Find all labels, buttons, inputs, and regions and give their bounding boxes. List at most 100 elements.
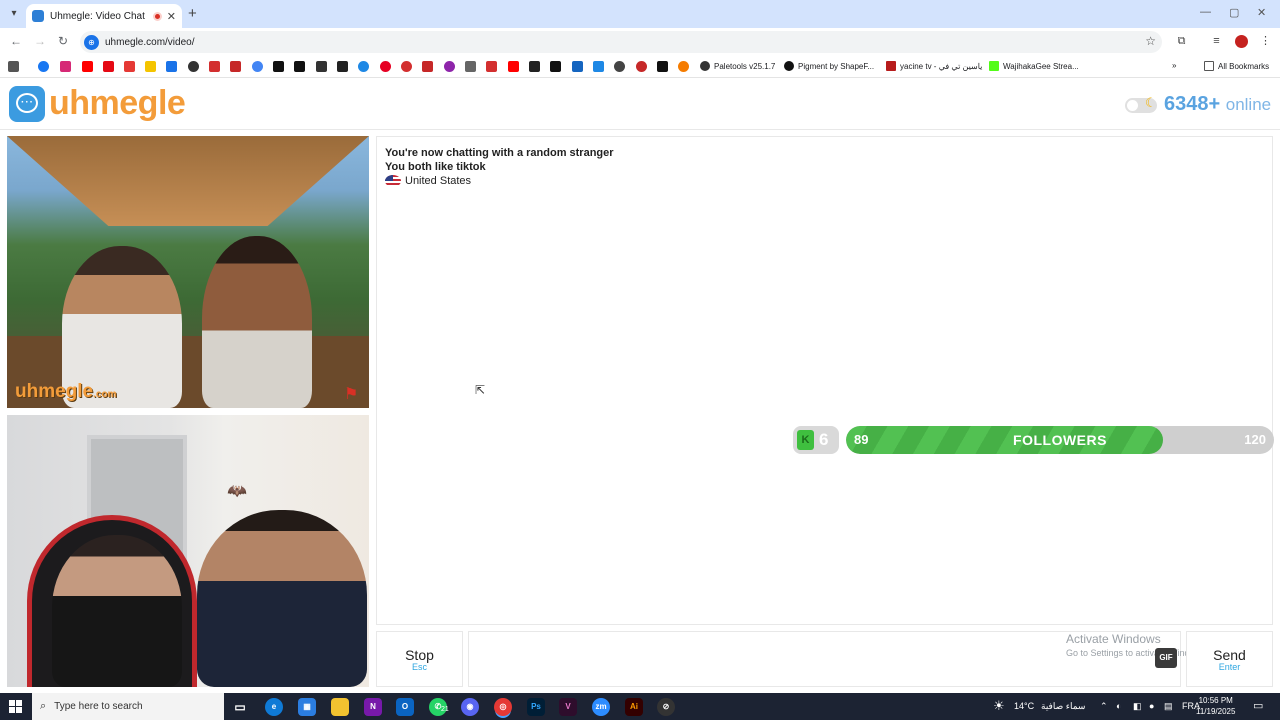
outlook-icon[interactable]: O (396, 698, 414, 716)
tiktok-bookmark-icon[interactable] (273, 61, 284, 72)
minimize-window-icon[interactable]: — (1200, 6, 1211, 18)
bookmark-icon[interactable] (294, 61, 305, 72)
bookmark-icon[interactable] (593, 61, 604, 72)
us-flag-icon (385, 175, 401, 187)
back-icon[interactable]: ← (10, 34, 22, 48)
bookmark-icon[interactable] (145, 61, 156, 72)
reload-icon[interactable]: ↻ (58, 34, 68, 48)
taskbar-search[interactable]: ⌕ Type here to search (32, 693, 224, 720)
close-window-icon[interactable]: ✕ (1257, 6, 1266, 19)
bookmark-icon[interactable] (358, 61, 369, 72)
extensions-icon[interactable]: ⧉ (1175, 35, 1188, 48)
gif-button[interactable]: GIF (1155, 648, 1177, 668)
recording-indicator-icon (152, 11, 162, 21)
site-logo[interactable]: uhmegle (49, 84, 186, 123)
illustrator-icon[interactable]: Ai (625, 698, 643, 716)
bookmark-icon[interactable] (657, 61, 668, 72)
bookmark-paletools[interactable]: Paletools v25.1.7 (700, 61, 775, 71)
send-button[interactable]: Send Enter (1186, 631, 1273, 687)
stop-button[interactable]: Stop Esc (376, 631, 463, 687)
bookmark-icon[interactable] (230, 61, 241, 72)
online-label: online (1225, 95, 1272, 114)
stop-shortcut-hint: Esc (411, 662, 427, 672)
bookmarks-bar: Paletools v25.1.7 Pigment by ShapeF... y… (0, 56, 1280, 78)
address-bar[interactable]: ⊕ uhmegle.com/video/ ☆ (80, 31, 1162, 53)
active-tab[interactable]: Uhmegle: Video Chat | Ran ✕ (26, 4, 182, 28)
forward-icon[interactable]: → (34, 34, 46, 48)
bookmark-icon[interactable] (550, 61, 561, 72)
bookmark-icon[interactable] (529, 61, 540, 72)
media-controls-icon[interactable]: ≡ (1210, 35, 1223, 48)
browser-toolbar: ← → ↻ ⊕ uhmegle.com/video/ ☆ ⧉ ≡ ⋮ (0, 28, 1280, 56)
bookmarks-overflow-icon[interactable]: » (1172, 61, 1176, 70)
mouse-cursor-icon: ⇱ (475, 383, 486, 397)
file-explorer-icon[interactable] (331, 698, 349, 716)
behance-bookmark-icon[interactable] (572, 61, 583, 72)
new-tab-button[interactable]: + (188, 5, 197, 22)
browser-menu-icon[interactable]: ⋮ (1259, 35, 1272, 48)
maximize-window-icon[interactable]: ▢ (1229, 6, 1239, 19)
facebook-bookmark-icon[interactable] (38, 61, 49, 72)
bookmark-icon[interactable] (422, 61, 433, 72)
bookmark-icon[interactable] (636, 61, 647, 72)
onenote-icon[interactable]: N (364, 698, 382, 716)
edge-icon[interactable]: e (265, 698, 283, 716)
tray-chevron-icon[interactable]: ⌃ (1100, 701, 1108, 712)
online-counter: 6348+ online (1164, 93, 1271, 116)
discord-icon[interactable]: ◉ (461, 698, 479, 716)
profile-avatar-icon[interactable] (1235, 35, 1248, 48)
chat-log: You're now chatting with a random strang… (376, 136, 1274, 625)
bookmark-icon[interactable] (486, 61, 497, 72)
all-bookmarks[interactable]: All Bookmarks (1204, 61, 1269, 71)
follower-goal-bar: 89 FOLLOWERS 120 (846, 426, 1274, 454)
notifications-icon[interactable]: ▭ (1253, 699, 1263, 712)
tray-icon[interactable]: ◐ (1116, 701, 1121, 711)
bookmark-star-icon[interactable]: ☆ (1145, 34, 1156, 48)
youtube-bookmark-icon[interactable] (82, 61, 93, 72)
netflix-bookmark-icon[interactable] (103, 61, 114, 72)
chat-bubble-logo-icon[interactable]: ··· (9, 86, 45, 122)
instagram-bookmark-icon[interactable] (60, 61, 71, 72)
bat-logo-icon: 🦇 (227, 483, 247, 500)
bookmark-wajihakagee[interactable]: WajihakaGee Strea... (989, 61, 1079, 71)
bookmark-icon[interactable] (465, 61, 476, 72)
close-tab-icon[interactable]: ✕ (167, 10, 176, 23)
apps-grid-icon[interactable] (8, 61, 19, 72)
bookmark-pigment[interactable]: Pigment by ShapeF... (784, 61, 874, 71)
taskbar-clock[interactable]: 10:56 PM 11/19/2025 (1196, 695, 1235, 717)
bookmark-icon[interactable] (316, 61, 327, 72)
bookmark-icon[interactable] (614, 61, 625, 72)
follower-level-badge: K 6 (793, 426, 839, 454)
site-info-icon[interactable]: ⊕ (84, 34, 99, 50)
photoshop-icon[interactable]: Ps (527, 698, 545, 716)
chat-status-message: You're now chatting with a random strang… (385, 147, 614, 159)
bookmark-icon[interactable] (401, 61, 412, 72)
report-flag-icon[interactable]: ⚑ (344, 384, 358, 404)
bookmark-icon[interactable] (444, 61, 455, 72)
zoom-icon[interactable]: zm (592, 698, 610, 716)
network-icon[interactable]: ▤ (1164, 701, 1173, 712)
tab-search-chevron-icon[interactable]: ▾ (6, 6, 22, 22)
store-icon[interactable]: ▦ (298, 698, 316, 716)
vegas-icon[interactable]: V (559, 698, 577, 716)
bookmark-icon[interactable] (166, 61, 177, 72)
follower-level: 6 (819, 430, 829, 449)
bookmark-icon[interactable] (188, 61, 199, 72)
google-bookmark-icon[interactable] (252, 61, 263, 72)
chrome-icon[interactable]: ◎ (494, 698, 512, 716)
microphone-icon[interactable]: ● (1149, 701, 1154, 711)
tray-icon[interactable]: ◧ (1133, 701, 1142, 712)
browser-tab-strip: ▾ Uhmegle: Video Chat | Ran ✕ + — ▢ ✕ (0, 0, 1280, 28)
self-person (197, 510, 367, 687)
bookmark-icon[interactable] (337, 61, 348, 72)
task-view-icon[interactable]: ▭ (231, 698, 249, 716)
windows-start-icon[interactable] (9, 700, 22, 713)
pinterest-bookmark-icon[interactable] (380, 61, 391, 72)
bookmark-icon[interactable] (124, 61, 135, 72)
app-icon[interactable]: ⊘ (657, 698, 675, 716)
bookmark-yacine-tv[interactable]: yacine tv - ياسين تي في (886, 61, 982, 71)
bookmark-icon[interactable] (678, 61, 689, 72)
country-name: United States (405, 175, 472, 187)
youtube-bookmark-icon[interactable] (508, 61, 519, 72)
bookmark-icon[interactable] (209, 61, 220, 72)
